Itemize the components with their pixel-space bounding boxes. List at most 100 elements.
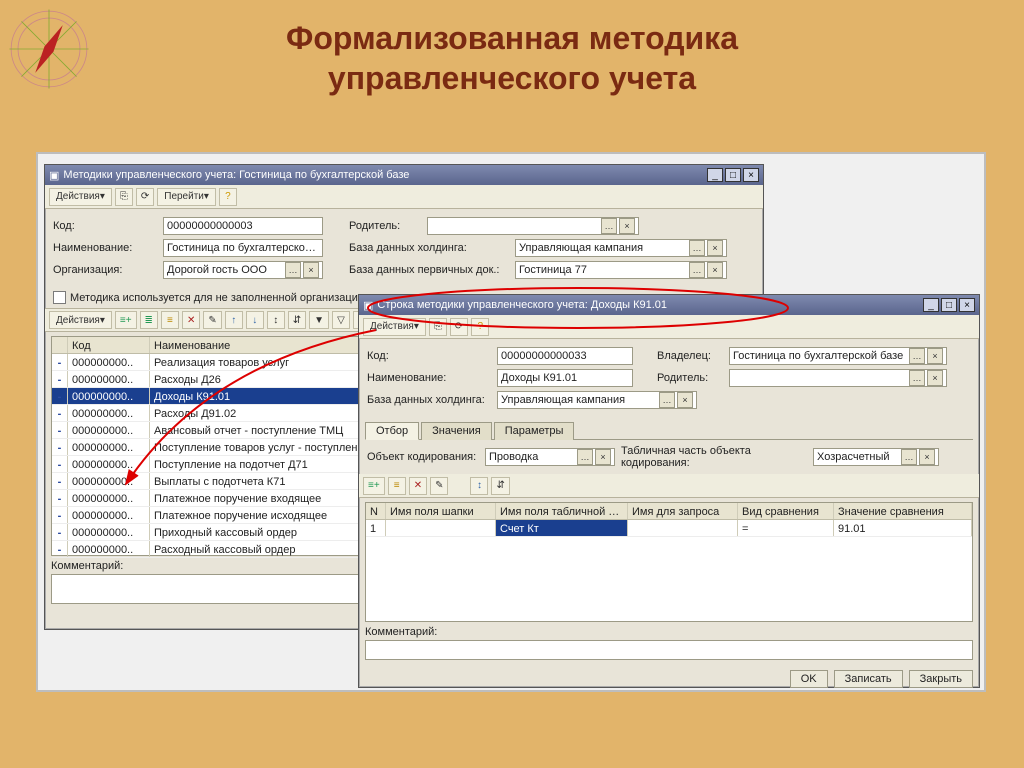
select-icon[interactable]: … — [909, 348, 925, 364]
code-field[interactable]: 00000000000033 — [497, 347, 633, 365]
th-tabfield[interactable]: Имя поля табличной час.. — [496, 503, 628, 519]
name-field[interactable]: Гостиница по бухгалтерской базе — [163, 239, 323, 257]
tab-params[interactable]: Параметры — [494, 422, 575, 440]
label-code: Код: — [53, 220, 157, 232]
goto-dropdown[interactable]: Перейти ▾ — [157, 188, 216, 206]
sort-icon[interactable]: ↕ — [267, 311, 285, 329]
tool-icon[interactable]: ⟳ — [450, 318, 468, 336]
select-icon[interactable]: … — [909, 370, 925, 386]
hierarchy-icon[interactable]: ⇵ — [288, 311, 306, 329]
owner-field[interactable]: Гостиница по бухгалтерской базе…× — [729, 347, 947, 365]
db-holding-field[interactable]: Управляющая кампания…× — [497, 391, 697, 409]
delete-icon[interactable]: ✕ — [182, 311, 200, 329]
select-icon[interactable]: … — [285, 262, 301, 278]
unused-org-checkbox[interactable] — [53, 291, 66, 304]
add-group-icon[interactable]: ≣ — [140, 311, 158, 329]
move-up-icon[interactable]: ↕ — [470, 477, 488, 495]
label-name: Наименование: — [367, 372, 491, 384]
maximize-button[interactable]: □ — [725, 168, 741, 182]
label-name: Наименование: — [53, 242, 157, 254]
edit-icon[interactable]: ✎ — [430, 477, 448, 495]
tool-icon[interactable]: ⎘ — [115, 188, 133, 206]
db-holding-field[interactable]: Управляющая кампания…× — [515, 239, 727, 257]
clear-icon[interactable]: × — [595, 449, 611, 465]
actions-dropdown[interactable]: Действия ▾ — [49, 188, 112, 206]
label-db-primary: База данных первичных док.: — [349, 264, 509, 276]
filter-table[interactable]: N Имя поля шапки Имя поля табличной час.… — [365, 502, 973, 622]
clear-icon[interactable]: × — [927, 348, 943, 364]
tab-values[interactable]: Значения — [421, 422, 492, 440]
clear-icon[interactable]: × — [303, 262, 319, 278]
titlebar[interactable]: ▣ Строка методики управленческого учета:… — [359, 295, 979, 315]
select-icon[interactable]: … — [659, 392, 675, 408]
close-button[interactable]: Закрыть — [909, 670, 973, 688]
sort-icon[interactable]: ⇵ — [491, 477, 509, 495]
comment-field[interactable] — [365, 640, 973, 660]
parent-field[interactable]: …× — [427, 217, 639, 235]
tool-icon[interactable]: ⎘ — [429, 318, 447, 336]
move-up-icon[interactable]: ↑ — [225, 311, 243, 329]
actions-dropdown[interactable]: Действия ▾ — [363, 318, 426, 336]
label-tabpart: Табличная часть объекта кодирования: — [621, 445, 807, 469]
toolbar-main: Действия ▾ ⎘ ⟳ Перейти ▾ ? — [45, 185, 763, 209]
copy-icon[interactable]: ≡ — [161, 311, 179, 329]
clear-icon[interactable]: × — [919, 449, 935, 465]
titlebar[interactable]: ▣ Методики управленческого учета: Гостин… — [45, 165, 763, 185]
clear-icon[interactable]: × — [677, 392, 693, 408]
table-row[interactable]: 1Счет Кт=91.01 — [366, 520, 972, 537]
th-hat[interactable]: Имя поля шапки — [386, 503, 496, 519]
th-cmpval[interactable]: Значение сравнения — [834, 503, 972, 519]
close-button[interactable]: × — [743, 168, 759, 182]
slide-title: Формализованная методика управленческого… — [0, 18, 1024, 98]
select-icon[interactable]: … — [689, 240, 705, 256]
toolbar-main: Действия ▾ ⎘ ⟳ ? — [359, 315, 979, 339]
label-code: Код: — [367, 350, 491, 362]
select-icon[interactable]: … — [577, 449, 593, 465]
th-n[interactable]: N — [366, 503, 386, 519]
object-field[interactable]: Проводка…× — [485, 448, 615, 466]
select-icon[interactable]: … — [689, 262, 705, 278]
save-button[interactable]: Записать — [834, 670, 903, 688]
help-icon[interactable]: ? — [219, 188, 237, 206]
th-query[interactable]: Имя для запроса — [628, 503, 738, 519]
screenshot-canvas: ▣ Методики управленческого учета: Гостин… — [36, 152, 986, 692]
minimize-button[interactable]: _ — [923, 298, 939, 312]
delete-icon[interactable]: ✕ — [409, 477, 427, 495]
move-down-icon[interactable]: ↓ — [246, 311, 264, 329]
parent-field[interactable]: …× — [729, 369, 947, 387]
window-row-detail: ▣ Строка методики управленческого учета:… — [358, 294, 980, 688]
filter-off-icon[interactable]: ▽ — [332, 311, 350, 329]
db-primary-field[interactable]: Гостиница 77…× — [515, 261, 727, 279]
maximize-button[interactable]: □ — [941, 298, 957, 312]
th-cmp[interactable]: Вид сравнения — [738, 503, 834, 519]
tab-filter[interactable]: Отбор — [365, 422, 419, 440]
tool-icon[interactable]: ⟳ — [136, 188, 154, 206]
org-field[interactable]: Дорогой гость ООО…× — [163, 261, 323, 279]
minimize-button[interactable]: _ — [707, 168, 723, 182]
select-icon[interactable]: … — [901, 449, 917, 465]
toolbar-sublist: ≡+ ≡ ✕ ✎ ↕ ⇵ — [359, 474, 979, 498]
label-db-holding: База данных холдинга: — [367, 394, 491, 406]
th-code[interactable]: Код — [68, 337, 150, 353]
clear-icon[interactable]: × — [927, 370, 943, 386]
help-icon[interactable]: ? — [471, 318, 489, 336]
ok-button[interactable]: OK — [790, 670, 828, 688]
edit-icon[interactable]: ✎ — [203, 311, 221, 329]
actions-dropdown[interactable]: Действия ▾ — [49, 311, 112, 329]
add-icon[interactable]: ≡+ — [115, 311, 137, 329]
copy-icon[interactable]: ≡ — [388, 477, 406, 495]
name-field[interactable]: Доходы К91.01 — [497, 369, 633, 387]
add-icon[interactable]: ≡+ — [363, 477, 385, 495]
clear-icon[interactable]: × — [707, 240, 723, 256]
code-field[interactable]: 00000000000003 — [163, 217, 323, 235]
clear-icon[interactable]: × — [619, 218, 635, 234]
close-button[interactable]: × — [959, 298, 975, 312]
clear-icon[interactable]: × — [707, 262, 723, 278]
tabpart-field[interactable]: Хозрасчетный…× — [813, 448, 939, 466]
label-object: Объект кодирования: — [367, 451, 479, 463]
label-comment: Комментарий: — [365, 626, 973, 638]
filter-icon[interactable]: ▼ — [309, 311, 329, 329]
label-owner: Владелец: — [657, 350, 723, 362]
select-icon[interactable]: … — [601, 218, 617, 234]
window-title: Строка методики управленческого учета: Д… — [377, 299, 667, 311]
